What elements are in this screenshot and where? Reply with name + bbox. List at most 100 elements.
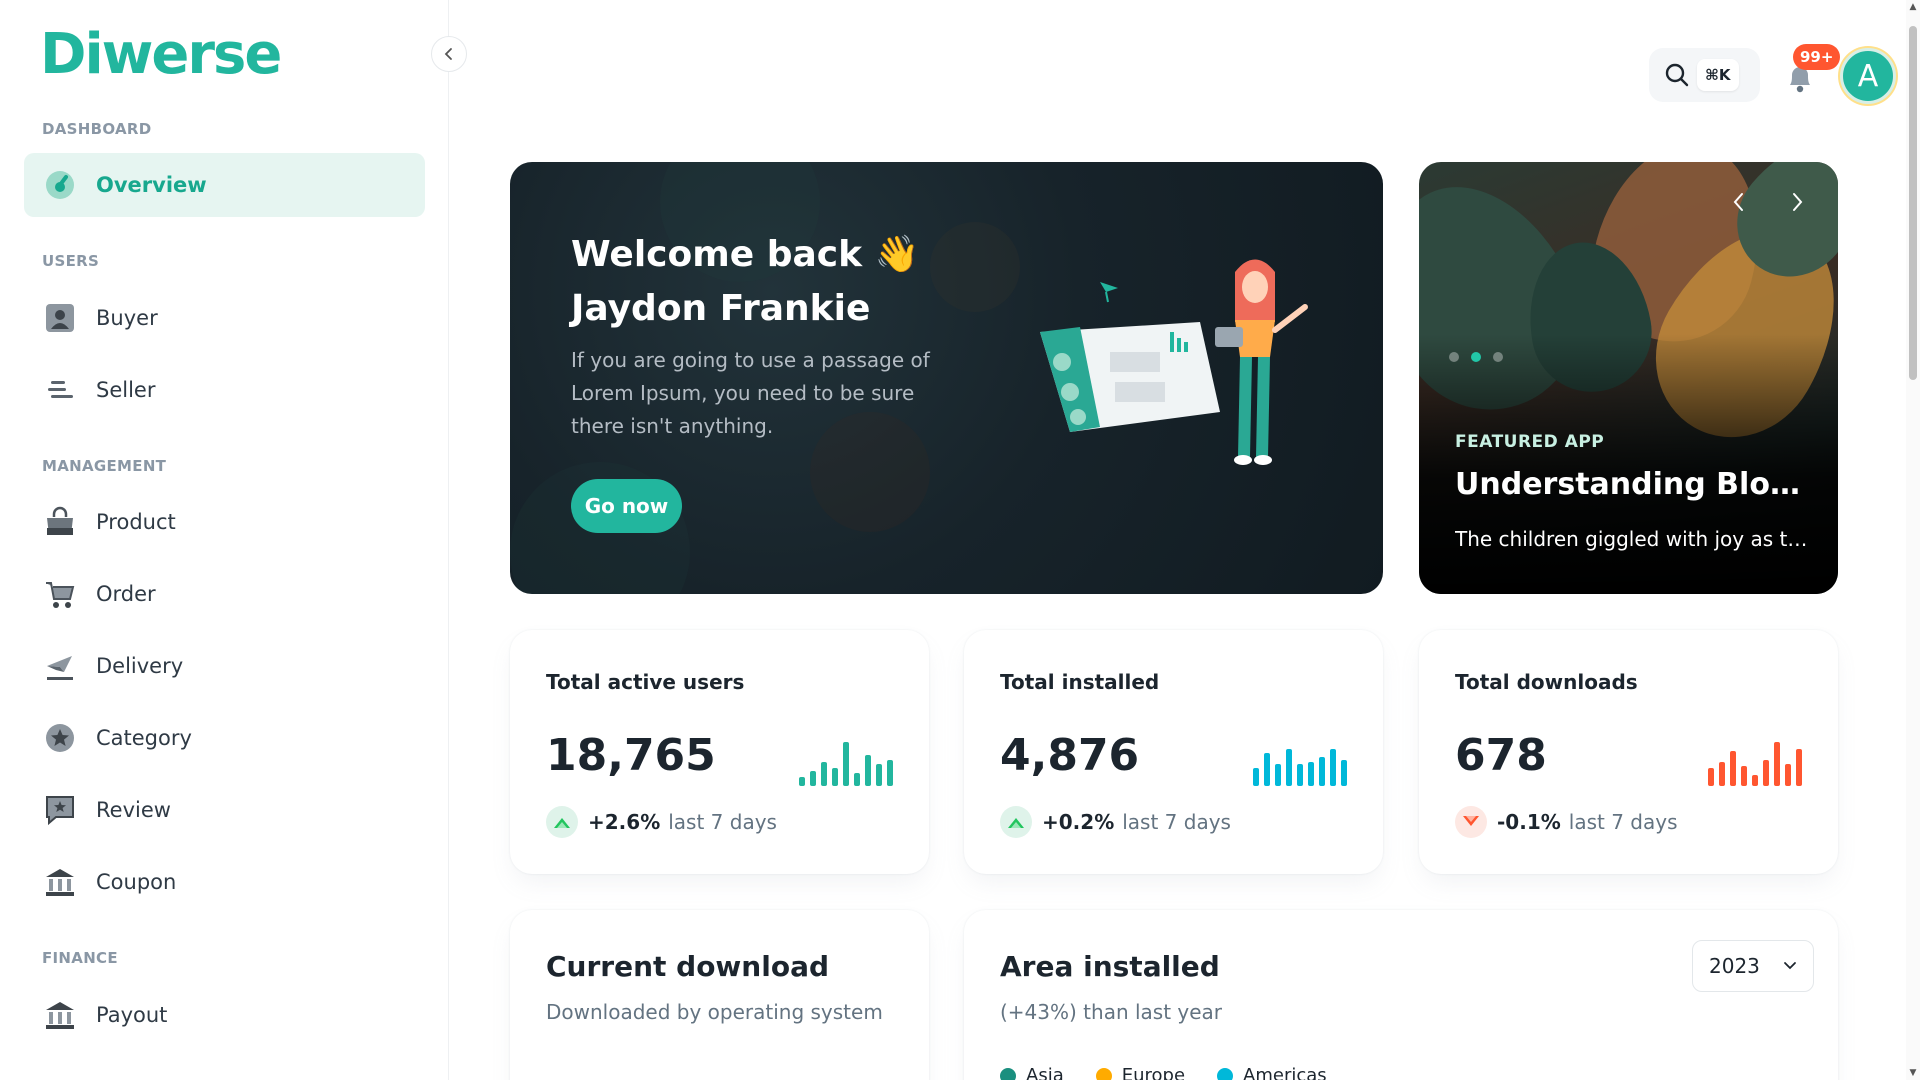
search-shortcut-hint: ⌘K (1697, 59, 1739, 91)
chevron-left-icon (444, 48, 452, 60)
avatar[interactable]: A (1840, 48, 1896, 104)
welcome-title: Welcome back 👋 Jaydon Frankie (571, 228, 919, 336)
trend-percent: -0.1% (1497, 810, 1561, 834)
welcome-illustration (1040, 259, 1308, 465)
sparkline-bar (887, 760, 893, 786)
search-button[interactable]: ⌘K (1649, 48, 1760, 102)
carousel-dots (1449, 352, 1503, 362)
sparkline-bar (1341, 760, 1347, 786)
lines-icon (42, 372, 78, 408)
legend-item-europe[interactable]: Europe (1095, 1065, 1186, 1080)
sidebar-item-review[interactable]: Review (24, 778, 425, 842)
sparkline-bar (1297, 764, 1303, 786)
trend-percent: +0.2% (1042, 810, 1115, 834)
carousel-dot-active[interactable] (1471, 352, 1481, 362)
sparkline-bar (799, 777, 805, 786)
trend-percent: +2.6% (588, 810, 661, 834)
legend-item-asia[interactable]: Asia (1000, 1065, 1064, 1080)
app-logo[interactable]: Diwerse (40, 26, 290, 84)
sidebar-item-label: Order (96, 582, 156, 606)
sidebar-item-product[interactable]: Product (24, 490, 425, 554)
legend-label: Europe (1121, 1065, 1186, 1080)
card-subtitle: (+43%) than last year (1000, 1000, 1223, 1024)
chevron-down-icon (1784, 962, 1796, 970)
sparkline-bar (1763, 760, 1769, 786)
chevron-right-icon (1793, 193, 1803, 211)
sidebar-item-label: Delivery (96, 654, 184, 678)
section-label-users: USERS (42, 252, 100, 270)
year-select-value: 2023 (1709, 954, 1760, 978)
trend-down-icon (1455, 806, 1487, 838)
stat-card-installed: Total installed 4,876 +0.2% last 7 days (964, 630, 1383, 874)
sidebar: Diwerse DASHBOARD Overview USERS Buyer S… (0, 0, 449, 1080)
sparkline-bar (854, 773, 860, 786)
sidebar-item-category[interactable]: Category (24, 706, 425, 770)
sparkline-bar (1741, 766, 1747, 786)
stat-card-downloads: Total downloads 678 -0.1% last 7 days (1419, 630, 1838, 874)
sidebar-item-label: Buyer (96, 306, 158, 330)
sparkline-bar (1719, 762, 1725, 786)
sidebar-item-delivery[interactable]: Delivery (24, 634, 425, 698)
sparkline-bar (1752, 775, 1758, 786)
sidebar-item-order[interactable]: Order (24, 562, 425, 626)
section-label-finance: FINANCE (42, 949, 118, 967)
sparkline-bar (1796, 749, 1802, 786)
year-select[interactable]: 2023 (1692, 940, 1814, 992)
stat-card-active-users: Total active users 18,765 +2.6% last 7 d… (510, 630, 929, 874)
sparkline-bar (810, 771, 816, 786)
search-icon (1665, 63, 1689, 87)
sparkline-bar (1774, 742, 1780, 786)
trend-up-icon (546, 806, 578, 838)
chevron-left-icon (1733, 193, 1743, 211)
legend-dot (1095, 1067, 1112, 1080)
sidebar-item-coupon[interactable]: Coupon (24, 850, 425, 914)
legend-dot (1000, 1067, 1016, 1080)
page-scrollbar[interactable]: ▲ ▼ (1906, 0, 1920, 1080)
carousel-dot[interactable] (1449, 352, 1459, 362)
trend-period: last 7 days (1122, 810, 1231, 834)
area-installed-card: Area installed (+43%) than last year 202… (964, 910, 1838, 1080)
scroll-up-arrow-icon[interactable]: ▲ (1908, 2, 1918, 12)
dashboard-gauge-icon (42, 167, 78, 203)
sparkline-bar (1730, 751, 1736, 786)
sparkline-bar (821, 762, 827, 786)
sidebar-item-label: Review (96, 798, 171, 822)
scroll-down-arrow-icon[interactable]: ▼ (1908, 1068, 1918, 1078)
stat-trend: +0.2% last 7 days (1000, 806, 1231, 838)
stat-trend: +2.6% last 7 days (546, 806, 777, 838)
collapse-sidebar-button[interactable] (431, 36, 467, 72)
carousel-next-button[interactable] (1783, 188, 1811, 216)
carousel-dot[interactable] (1493, 352, 1503, 362)
go-now-button[interactable]: Go now (571, 479, 682, 533)
legend-dot (1217, 1067, 1234, 1080)
stat-sparkline (799, 740, 893, 786)
sparkline-bar (1708, 768, 1714, 786)
welcome-description: If you are going to use a passage of Lor… (571, 348, 930, 438)
trend-up-icon (1000, 806, 1032, 838)
stat-title: Total active users (546, 670, 745, 694)
bank-icon (42, 997, 78, 1033)
user-icon (42, 300, 78, 336)
carousel-prev-button[interactable] (1725, 188, 1753, 216)
welcome-greeting: Welcome back 👋 (571, 234, 920, 275)
sparkline-bar (1330, 749, 1336, 786)
featured-title[interactable]: Understanding Blockchain Technology: Bey… (1455, 467, 1815, 502)
chart-legend: Asia Europe Americas (1000, 1065, 1327, 1080)
plane-icon (42, 648, 78, 684)
sidebar-item-seller[interactable]: Seller (24, 358, 425, 422)
sidebar-item-payout[interactable]: Payout (24, 983, 425, 1047)
sidebar-item-buyer[interactable]: Buyer (24, 286, 425, 350)
sparkline-bar (1286, 749, 1292, 786)
sidebar-item-overview[interactable]: Overview (24, 153, 425, 217)
stat-value: 18,765 (546, 730, 716, 781)
legend-item-americas[interactable]: Americas (1217, 1065, 1327, 1080)
sidebar-item-label: Payout (96, 1003, 168, 1027)
featured-app-carousel[interactable]: FEATURED APP Understanding Blockchain Te… (1419, 162, 1838, 594)
sidebar-item-label: Seller (96, 378, 156, 402)
section-label-management: MANAGEMENT (42, 457, 167, 475)
sparkline-bar (1253, 768, 1259, 786)
bank-icon (42, 864, 78, 900)
scrollbar-thumb[interactable] (1909, 26, 1917, 380)
sidebar-item-label: Category (96, 726, 192, 750)
welcome-username: Jaydon Frankie (571, 288, 871, 329)
